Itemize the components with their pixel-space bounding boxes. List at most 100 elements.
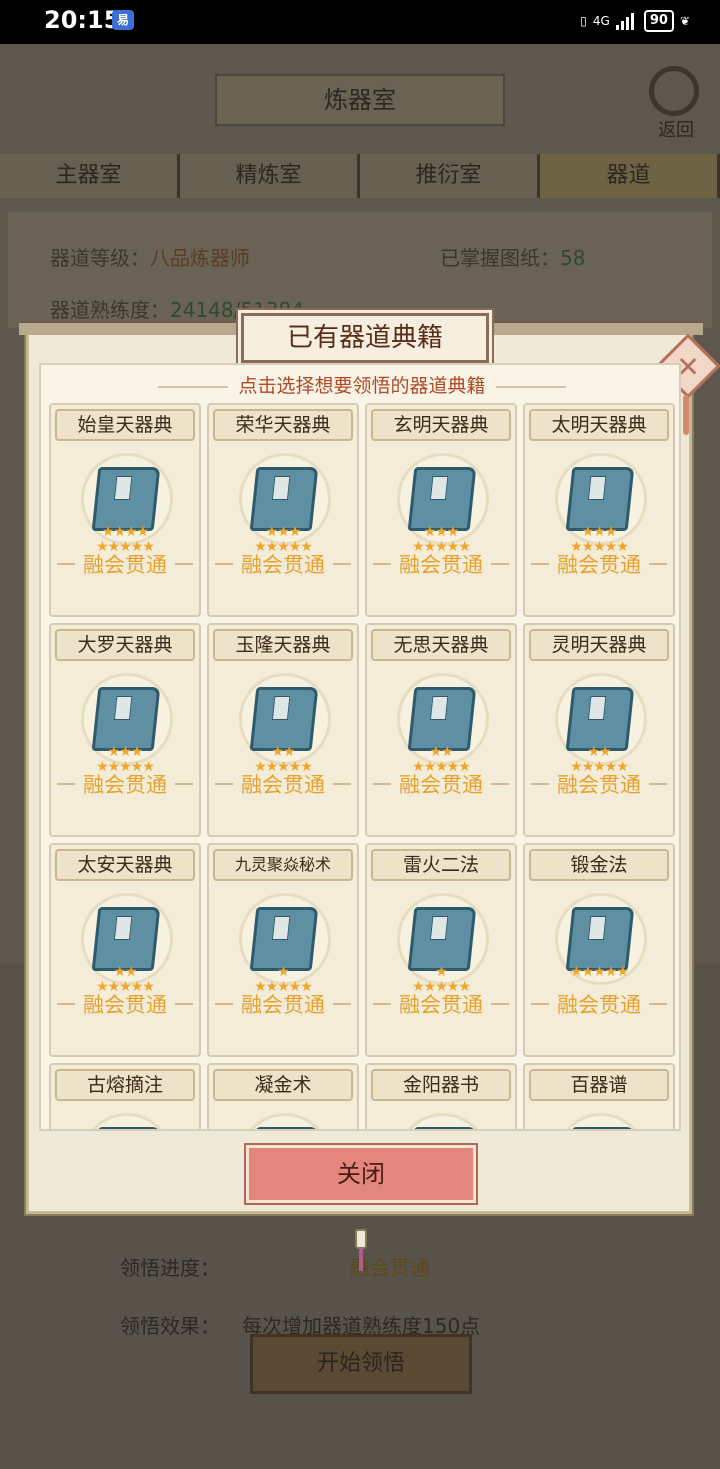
book-name: 锻金法 — [529, 849, 669, 881]
book-icon — [91, 687, 161, 751]
book-list-scroll[interactable]: 点击选择想要领悟的器道典籍 始皇天器典 ★★★★ ★★★★★ 融会贯通 荣华天器典 ★★★… — [39, 363, 681, 1131]
book-icon — [565, 907, 635, 971]
book-name: 玉隆天器典 — [213, 629, 353, 661]
book-status: 融会贯通 — [209, 549, 357, 579]
book-icon — [249, 1127, 319, 1129]
progress-row: 领悟进度： 融会贯通 — [120, 1252, 430, 1281]
book-status: 融会贯通 — [367, 549, 515, 579]
star-rating-top: ★★ — [587, 744, 611, 760]
books-dialog: 已有器道典籍 ✕ 点击选择想要领悟的器道典籍 始皇天器典 ★★★★ ★★★★★ 融会贯… — [19, 313, 720, 1271]
status-bar: 20:15 易 ▯ 4G 90 ❦ — [0, 0, 720, 44]
level-label: 器道等级： — [50, 246, 150, 270]
book-icon — [565, 467, 635, 531]
blueprint-label: 已掌握图纸： — [440, 246, 560, 270]
book-card[interactable]: 灵明天器典 ★★ ★★★★★ 融会贯通 — [523, 623, 675, 837]
book-name: 灵明天器典 — [529, 629, 669, 661]
book-icon — [91, 907, 161, 971]
book-card[interactable]: 百器谱 — [523, 1063, 675, 1129]
tab-refining[interactable]: 精炼室 — [180, 154, 360, 198]
book-card[interactable]: 荣华天器典 ★★★ ★★★★★ 融会贯通 — [207, 403, 359, 617]
tab-forge-dao[interactable]: 器道 — [540, 154, 720, 198]
book-icon — [249, 687, 319, 751]
book-stars: ★★★★★ — [525, 965, 673, 980]
back-icon — [649, 66, 699, 116]
book-card[interactable]: 大罗天器典 ★★★ ★★★★★ 融会贯通 — [49, 623, 201, 837]
book-name: 太安天器典 — [55, 849, 195, 881]
blueprint-value: 58 — [560, 246, 586, 270]
network-type: 4G — [592, 14, 610, 28]
book-card[interactable]: 雷火二法 ★ ★★★★★ 融会贯通 — [365, 843, 517, 1057]
book-card[interactable]: 凝金术 — [207, 1063, 359, 1129]
book-icon — [407, 467, 477, 531]
book-card[interactable]: 太安天器典 ★★ ★★★★★ 融会贯通 — [49, 843, 201, 1057]
proficiency-label: 器道熟练度： — [50, 298, 170, 322]
tab-deduction[interactable]: 推衍室 — [360, 154, 540, 198]
tab-bar: 主器室 精炼室 推衍室 器道 — [0, 154, 720, 198]
book-name: 凝金术 — [213, 1069, 353, 1101]
tassel-ornament — [683, 395, 689, 435]
divider-ornament — [495, 385, 566, 388]
start-comprehend-button[interactable]: 开始领悟 — [250, 1334, 472, 1394]
close-button[interactable]: 关闭 — [246, 1145, 476, 1203]
dialog-subtitle-text: 点击选择想要领悟的器道典籍 — [238, 375, 486, 397]
signal-icon — [615, 12, 638, 30]
level-value: 八品炼器师 — [150, 246, 250, 270]
book-icon — [91, 1127, 161, 1129]
tab-main-forge[interactable]: 主器室 — [0, 154, 180, 198]
star-rating-top: ★★★ — [265, 524, 302, 540]
book-card[interactable]: 玉隆天器典 ★★ ★★★★★ 融会贯通 — [207, 623, 359, 837]
book-name: 无思天器典 — [371, 629, 511, 661]
system-icons: ▯ 4G 90 ❦ — [580, 10, 690, 32]
book-card[interactable]: 始皇天器典 ★★★★ ★★★★★ 融会贯通 — [49, 403, 201, 617]
effect-label: 领悟效果： — [120, 1314, 220, 1338]
page-title: 炼器室 — [215, 74, 505, 126]
book-icon — [407, 1127, 477, 1129]
star-rating-top: ★★★ — [107, 744, 144, 760]
book-name: 玄明天器典 — [371, 409, 511, 441]
book-icon — [249, 467, 319, 531]
book-icon — [91, 467, 161, 531]
book-name: 始皇天器典 — [55, 409, 195, 441]
star-rating-top: ★ — [277, 964, 290, 980]
book-card[interactable]: 玄明天器典 ★★★ ★★★★★ 融会贯通 — [365, 403, 517, 617]
blueprint-row: 已掌握图纸：58 — [440, 242, 585, 271]
book-name: 大罗天器典 — [55, 629, 195, 661]
book-status: 融会贯通 — [209, 769, 357, 799]
book-card[interactable]: 锻金法 ★★★★★ 融会贯通 — [523, 843, 675, 1057]
book-status: 融会贯通 — [367, 769, 515, 799]
book-icon — [565, 1127, 635, 1129]
book-card[interactable]: 九灵聚焱秘术 ★ ★★★★★ 融会贯通 — [207, 843, 359, 1057]
app-notification-icon: 易 — [112, 10, 134, 30]
dialog-subtitle: 点击选择想要领悟的器道典籍 — [41, 371, 679, 398]
book-card[interactable]: 金阳器书 — [365, 1063, 517, 1129]
book-name: 太明天器典 — [529, 409, 669, 441]
pendant-ornament — [349, 1217, 373, 1277]
book-icon — [565, 687, 635, 751]
progress-label: 领悟进度： — [120, 1256, 220, 1280]
star-rating-top: ★★★★ — [101, 524, 149, 540]
book-status: 融会贯通 — [51, 549, 199, 579]
divider-ornament — [158, 385, 229, 388]
star-rating-top: ★★ — [429, 744, 453, 760]
star-rating-top: ★★★ — [423, 524, 460, 540]
book-status: 融会贯通 — [51, 769, 199, 799]
clock: 20:15 — [44, 6, 121, 34]
back-button[interactable]: 返回 — [645, 66, 707, 141]
dialog-title: 已有器道典籍 — [241, 313, 489, 363]
book-icon — [249, 907, 319, 971]
book-card[interactable]: 太明天器典 ★★★ ★★★★★ 融会贯通 — [523, 403, 675, 617]
vibrate-icon: ▯ — [580, 14, 587, 28]
book-card[interactable]: 无思天器典 ★★ ★★★★★ 融会贯通 — [365, 623, 517, 837]
star-rating-top: ★ — [435, 964, 448, 980]
book-status: 融会贯通 — [525, 989, 673, 1019]
star-rating-top: ★★ — [113, 964, 137, 980]
book-name: 九灵聚焱秘术 — [213, 849, 353, 881]
star-rating-top: ★★★ — [581, 524, 618, 540]
book-name: 雷火二法 — [371, 849, 511, 881]
book-card[interactable]: 古熔摘注 — [49, 1063, 201, 1129]
book-icon — [407, 687, 477, 751]
leaf-icon: ❦ — [679, 14, 690, 28]
book-name: 荣华天器典 — [213, 409, 353, 441]
book-name: 古熔摘注 — [55, 1069, 195, 1101]
book-icon — [407, 907, 477, 971]
